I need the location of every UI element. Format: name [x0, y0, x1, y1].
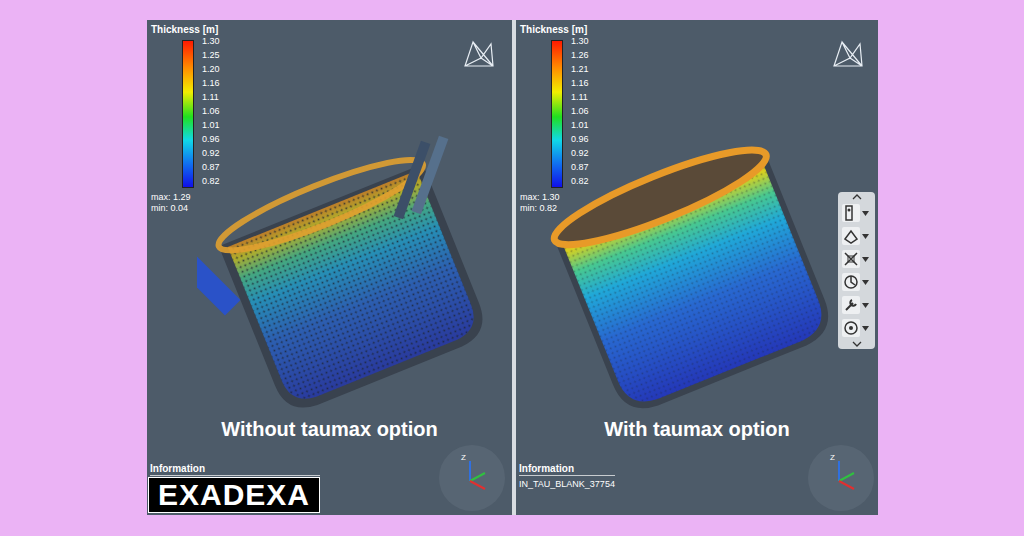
tick-label: 0.87 — [571, 162, 589, 172]
comparison: Thickness [m]1.301.251.201.161.111.061.0… — [0, 0, 1024, 515]
exadexa-logo: EXADEXA — [148, 477, 320, 513]
dropdown-arrow-icon[interactable] — [862, 234, 869, 239]
tick-label: 0.87 — [202, 162, 220, 172]
tool-icon — [842, 273, 860, 291]
tick-label: 1.06 — [571, 106, 589, 116]
toolbar-button[interactable] — [842, 272, 872, 292]
thickness-legend: Thickness [m]1.30 1.26 1.21 1.16 1.11 1.06 1.0… — [520, 24, 589, 214]
colorbar: 1.301.261.211.161.111.061.010.960.920.87… — [551, 40, 589, 188]
legend-min: min: 0.82 — [520, 203, 589, 214]
thickness-legend: Thickness [m]1.30 1.25 1.20 1.16 1.11 1.06 1.0… — [151, 24, 220, 214]
tick-label: 0.82 — [202, 176, 220, 186]
axis-triad[interactable]: Z — [806, 443, 876, 513]
tick-label: 1.06 — [202, 106, 220, 116]
tick-label: 1.16 — [202, 78, 220, 88]
view-toolbar — [838, 192, 875, 349]
panel-caption: With taumax option — [516, 416, 878, 442]
colorbar-gradient — [182, 40, 194, 188]
tick-label: 0.96 — [202, 134, 220, 144]
colorbar: 1.301.251.201.161.111.061.010.960.920.87… — [182, 40, 220, 188]
scroll-up-icon[interactable] — [852, 194, 862, 200]
tick-label: 0.96 — [571, 134, 589, 144]
toolbar-button[interactable] — [842, 318, 872, 338]
tool-icon — [842, 296, 860, 314]
axis-triad-icon — [437, 443, 507, 513]
dropdown-arrow-icon[interactable] — [862, 303, 869, 308]
information-box: Information EXADEXA — [150, 463, 320, 513]
dropdown-arrow-icon[interactable] — [862, 257, 869, 262]
information-text: IN_TAU_BLANK_37754 — [519, 478, 615, 490]
axis-triad-icon — [806, 443, 876, 513]
tick-label: 0.82 — [571, 176, 589, 186]
tick-label: 1.11 — [571, 92, 589, 102]
information-box: Information IN_TAU_BLANK_37754 — [519, 463, 615, 490]
colorbar-ticks: 1.30 1.26 1.21 1.16 1.11 1.06 1.01 0.96 0.92 0.87… — [571, 36, 589, 186]
toolbar-button[interactable] — [842, 249, 872, 269]
toolbar-button[interactable] — [842, 203, 872, 223]
toolbar-button[interactable] — [842, 226, 872, 246]
tick-label: 1.01 — [202, 120, 220, 130]
tick-label: 1.01 — [571, 120, 589, 130]
thickness-render[interactable] — [538, 116, 838, 416]
tool-icon — [842, 227, 860, 245]
viewer-panel[interactable]: Thickness [m]1.30 1.26 1.21 1.16 1.11 1.06 1.0… — [516, 20, 878, 515]
scroll-down-icon[interactable] — [852, 341, 862, 347]
tick-label: 1.26 — [571, 50, 589, 60]
tool-icon — [842, 319, 860, 337]
legend-title: Thickness [m] — [151, 24, 220, 36]
axis-triad[interactable]: Z — [437, 443, 507, 513]
dropdown-arrow-icon[interactable] — [862, 326, 869, 331]
legend-min: min: 0.04 — [151, 203, 220, 214]
information-label: Information — [519, 463, 615, 476]
tick-label: 1.25 — [202, 50, 220, 60]
tick-label: 1.11 — [202, 92, 220, 102]
toolbar-button[interactable] — [842, 295, 872, 315]
tool-icon — [842, 250, 860, 268]
axis-label: Z — [830, 453, 835, 462]
viewer-panel[interactable]: Thickness [m]1.30 1.25 1.20 1.16 1.11 1.06 1.0… — [147, 20, 512, 515]
legend-max: max: 1.30 — [520, 192, 589, 203]
dropdown-arrow-icon[interactable] — [862, 211, 869, 216]
tick-label: 1.20 — [202, 64, 220, 74]
tool-icon — [842, 204, 860, 222]
information-label: Information — [150, 463, 320, 476]
wireframe-logo-icon — [463, 38, 495, 70]
colorbar-gradient — [551, 40, 563, 188]
tick-label: 1.30 — [202, 36, 220, 46]
dropdown-arrow-icon[interactable] — [862, 280, 869, 285]
colorbar-ticks: 1.30 1.25 1.20 1.16 1.11 1.06 1.01 0.96 0.92 0.87… — [202, 36, 220, 186]
tick-label: 1.21 — [571, 64, 589, 74]
logo-text: EXADEXA — [158, 478, 310, 512]
wireframe-logo-icon — [832, 38, 864, 70]
axis-label: Z — [461, 453, 466, 462]
tick-label: 1.16 — [571, 78, 589, 88]
tick-label: 0.92 — [202, 148, 220, 158]
tick-label: 1.30 — [571, 36, 589, 46]
legend-title: Thickness [m] — [520, 24, 589, 36]
panel-caption: Without taumax option — [147, 416, 512, 442]
legend-max: max: 1.29 — [151, 192, 220, 203]
thickness-render[interactable] — [197, 120, 497, 420]
tick-label: 0.92 — [571, 148, 589, 158]
